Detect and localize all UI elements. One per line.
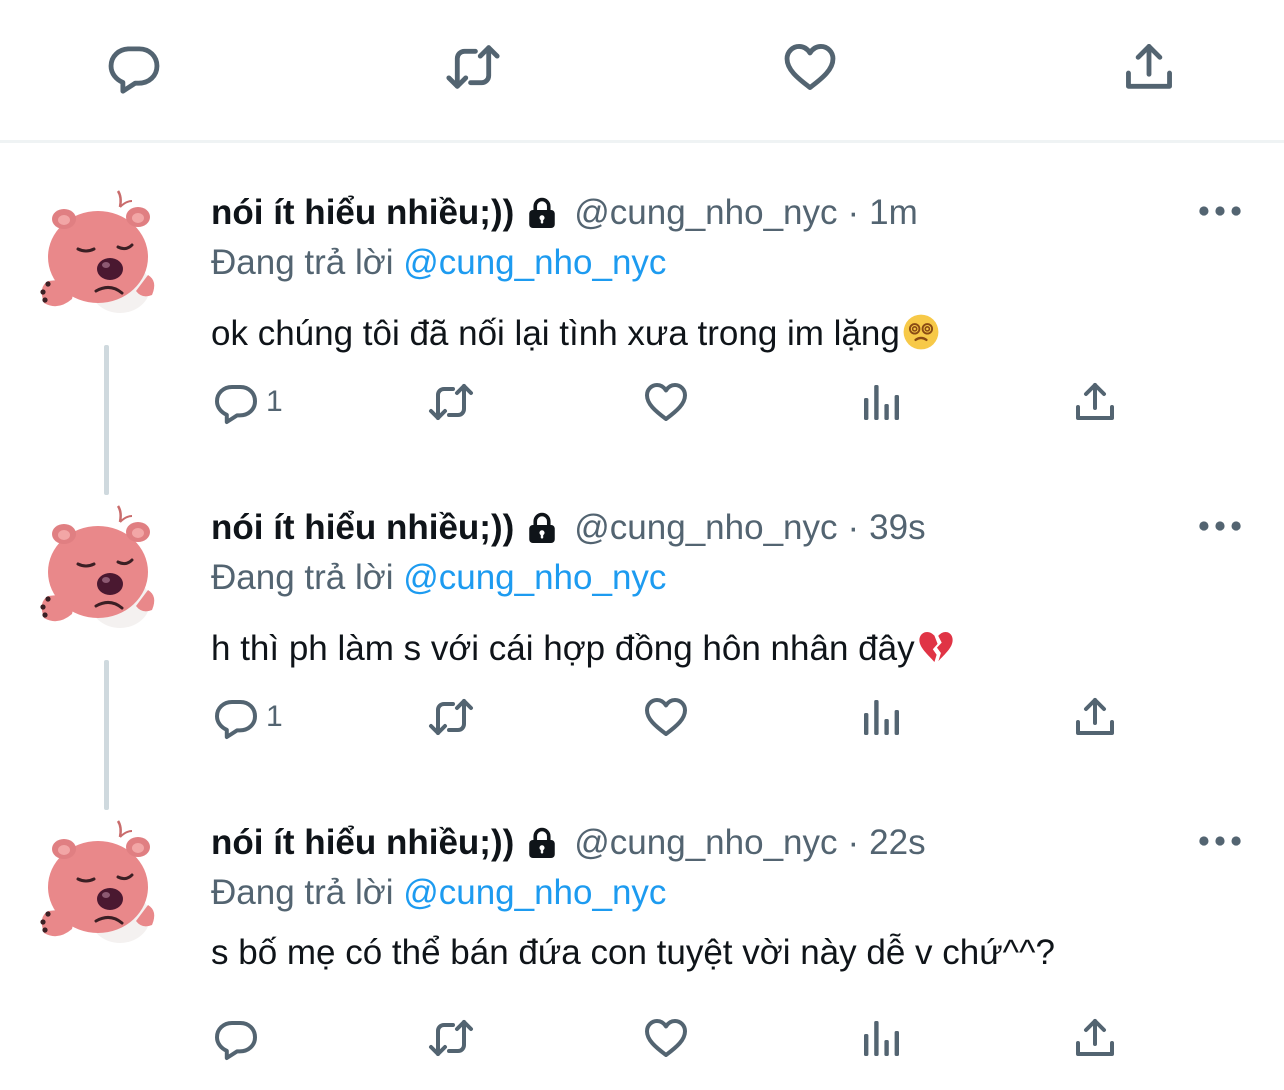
lock-icon: [524, 510, 560, 546]
display-name[interactable]: nói ít hiểu nhiều;)): [211, 823, 514, 863]
more-options-button[interactable]: [1196, 512, 1244, 540]
display-name[interactable]: nói ít hiểu nhiều;)): [211, 508, 514, 548]
views-icon: [857, 378, 905, 426]
retweet-button[interactable]: [427, 1011, 475, 1065]
retweet-button[interactable]: [442, 36, 504, 98]
tweet[interactable]: nói ít hiểu nhiều;)) @cung_nho_nyc · 22s…: [0, 775, 1284, 1090]
share-button[interactable]: [1071, 1011, 1119, 1065]
share-icon: [1120, 38, 1178, 96]
replying-to-label: Đang trả lời: [211, 243, 394, 282]
like-button[interactable]: [642, 690, 690, 744]
separator: ·: [847, 508, 860, 547]
lock-icon: [524, 195, 560, 231]
heart-icon: [642, 1014, 690, 1062]
views-icon: [857, 693, 905, 741]
reply-button[interactable]: 1: [212, 690, 283, 744]
views-button[interactable]: [857, 375, 905, 429]
views-button[interactable]: [857, 690, 905, 744]
dizzy-face-emoji: [902, 313, 940, 351]
reply-button[interactable]: [212, 1011, 260, 1065]
share-icon: [1071, 1014, 1119, 1062]
more-icon: [1197, 834, 1243, 848]
separator: ·: [847, 193, 860, 232]
top-action-bar: [0, 0, 1284, 143]
replying-to: Đang trả lời @cung_nho_nyc: [211, 558, 666, 598]
share-button[interactable]: [1071, 690, 1119, 744]
reply-button[interactable]: 1: [212, 375, 283, 429]
replying-to: Đang trả lời @cung_nho_nyc: [211, 243, 666, 283]
tweet-text: h thì ph làm s với cái hợp đồng hôn nhân…: [211, 628, 955, 669]
like-button[interactable]: [779, 36, 841, 98]
more-icon: [1197, 204, 1243, 218]
avatar-image: [34, 502, 168, 636]
retweet-icon: [427, 1014, 475, 1062]
user-handle[interactable]: @cung_nho_nyc: [574, 193, 837, 233]
avatar-image: [34, 187, 168, 321]
tweet-header: nói ít hiểu nhiều;)) @cung_nho_nyc · 1m: [211, 193, 918, 233]
separator: ·: [847, 823, 860, 862]
avatar[interactable]: [34, 502, 168, 636]
avatar[interactable]: [34, 817, 168, 951]
retweet-button[interactable]: [427, 690, 475, 744]
tweet[interactable]: nói ít hiểu nhiều;)) @cung_nho_nyc · 1m …: [0, 145, 1284, 460]
timestamp[interactable]: 39s: [869, 508, 925, 548]
tweet[interactable]: nói ít hiểu nhiều;)) @cung_nho_nyc · 39s…: [0, 460, 1284, 775]
tweet-header: nói ít hiểu nhiều;)) @cung_nho_nyc · 39s: [211, 508, 926, 548]
reply-icon: [212, 693, 260, 741]
retweet-button[interactable]: [427, 375, 475, 429]
like-button[interactable]: [642, 1011, 690, 1065]
display-name[interactable]: nói ít hiểu nhiều;)): [211, 193, 514, 233]
avatar-image: [34, 817, 168, 951]
tweet-text-content: h thì ph làm s với cái hợp đồng hôn nhân…: [211, 629, 915, 668]
user-handle[interactable]: @cung_nho_nyc: [574, 823, 837, 863]
more-icon: [1197, 519, 1243, 533]
replying-to-handle[interactable]: @cung_nho_nyc: [403, 243, 666, 282]
share-icon: [1071, 693, 1119, 741]
avatar[interactable]: [34, 187, 168, 321]
more-options-button[interactable]: [1196, 197, 1244, 225]
views-icon: [857, 1014, 905, 1062]
reply-icon: [212, 1014, 260, 1062]
broken-heart-emoji: [917, 628, 955, 666]
replying-to-handle[interactable]: @cung_nho_nyc: [403, 873, 666, 912]
lock-icon: [524, 825, 560, 861]
timestamp[interactable]: 1m: [869, 193, 918, 233]
tweet-header: nói ít hiểu nhiều;)) @cung_nho_nyc · 22s: [211, 823, 926, 863]
views-button[interactable]: [857, 1011, 905, 1065]
reply-icon: [105, 38, 163, 96]
replying-to-handle[interactable]: @cung_nho_nyc: [403, 558, 666, 597]
replying-to: Đang trả lời @cung_nho_nyc: [211, 873, 666, 913]
share-button[interactable]: [1071, 375, 1119, 429]
replying-to-label: Đang trả lời: [211, 873, 394, 912]
tweet-text-content: s bố mẹ có thể bán đứa con tuyệt vời này…: [211, 933, 1055, 972]
heart-icon: [781, 38, 839, 96]
tweet-text: ok chúng tôi đã nối lại tình xưa trong i…: [211, 313, 940, 354]
share-button[interactable]: [1118, 36, 1180, 98]
reply-button[interactable]: [103, 36, 165, 98]
share-icon: [1071, 378, 1119, 426]
reply-count: 1: [266, 385, 283, 418]
heart-icon: [642, 378, 690, 426]
user-handle[interactable]: @cung_nho_nyc: [574, 508, 837, 548]
tweet-text: s bố mẹ có thể bán đứa con tuyệt vời này…: [211, 933, 1055, 973]
retweet-icon: [444, 38, 502, 96]
reply-icon: [212, 378, 260, 426]
heart-icon: [642, 693, 690, 741]
replying-to-label: Đang trả lời: [211, 558, 394, 597]
more-options-button[interactable]: [1196, 827, 1244, 855]
reply-count: 1: [266, 700, 283, 733]
retweet-icon: [427, 378, 475, 426]
timestamp[interactable]: 22s: [869, 823, 925, 863]
retweet-icon: [427, 693, 475, 741]
tweet-text-content: ok chúng tôi đã nối lại tình xưa trong i…: [211, 314, 900, 353]
like-button[interactable]: [642, 375, 690, 429]
